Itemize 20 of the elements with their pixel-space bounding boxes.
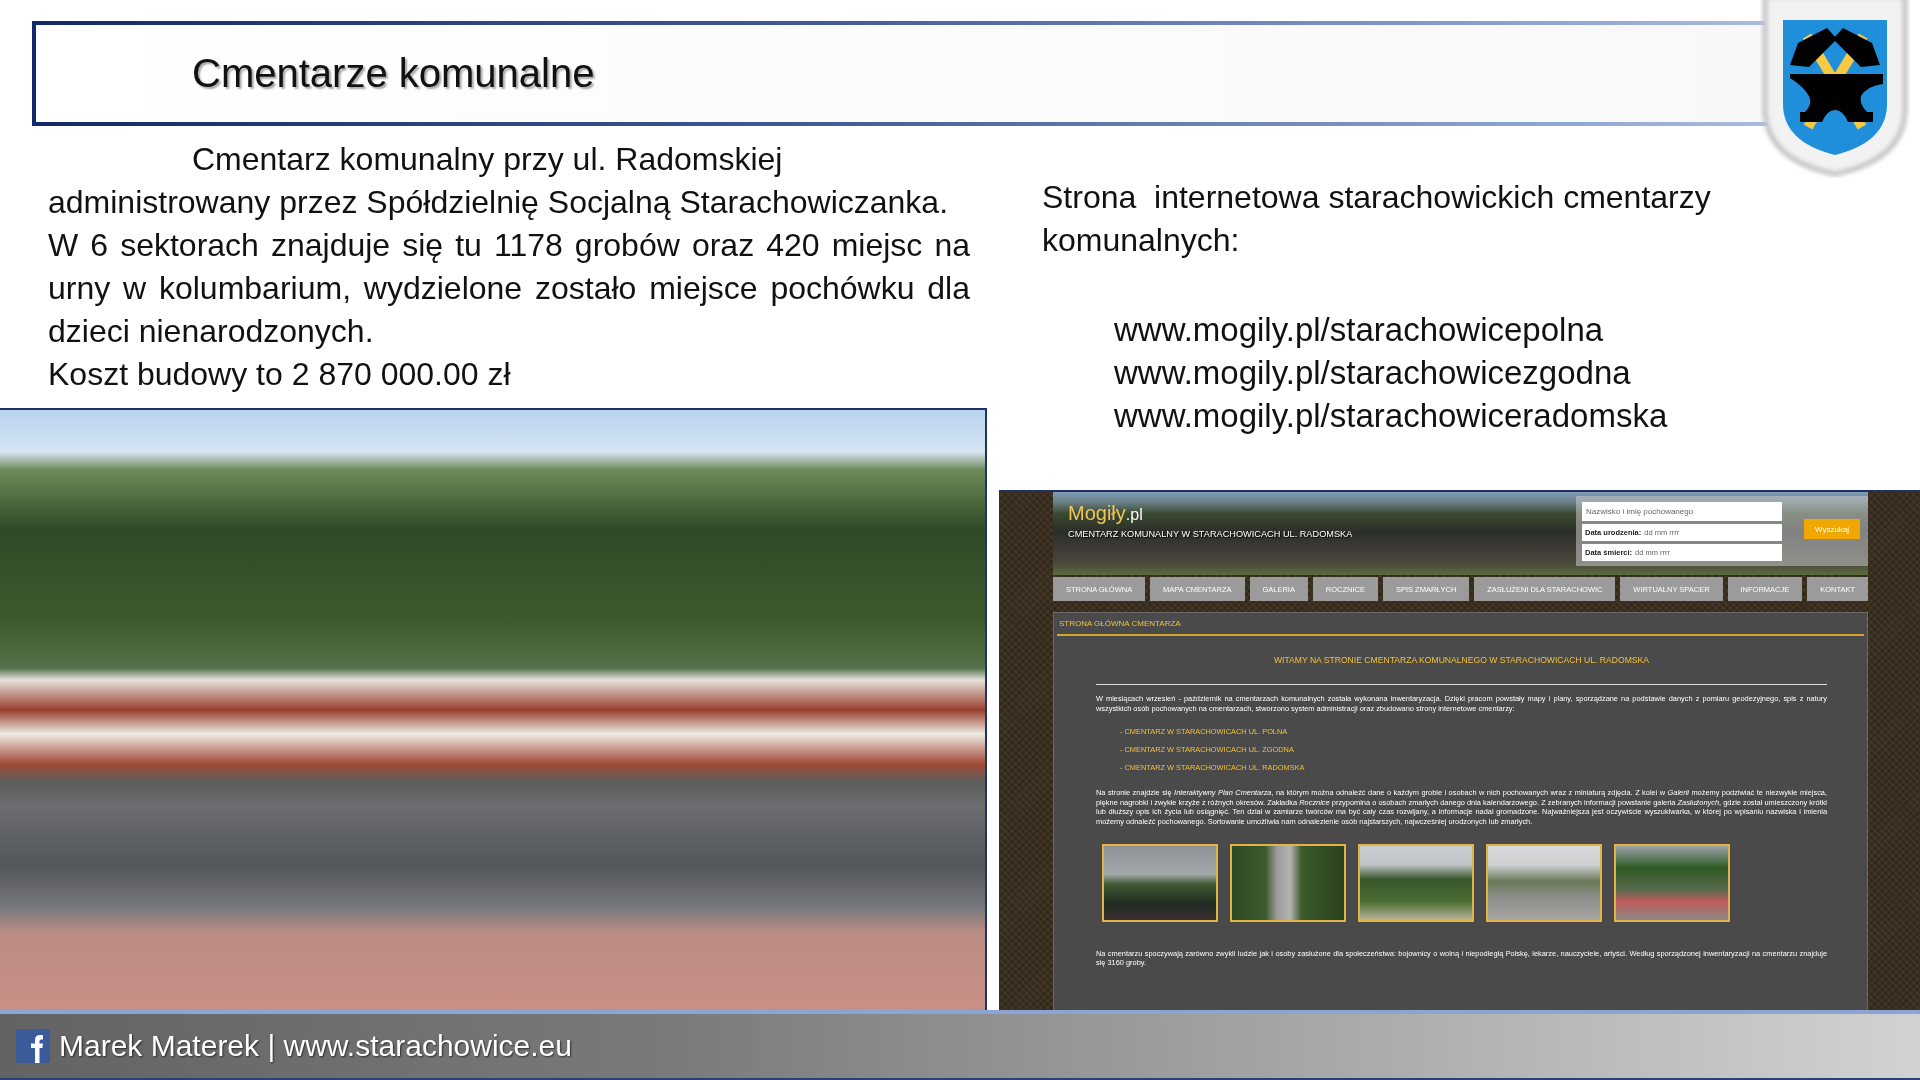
footer-credit: Marek Materek | www.starachowice.eu [59,1029,572,1063]
gallery-photo[interactable] [1358,843,1474,922]
section-title: STRONA GŁÓWNA CMENTARZA [1059,619,1181,629]
search-button[interactable]: Wyszukaj [1804,519,1860,539]
facebook-icon[interactable] [16,1029,50,1063]
site-logo[interactable]: Mogiły.pl [1068,501,1143,527]
gallery-photo[interactable] [1614,843,1730,922]
links-intro-text: Strona internetowa starachowickich cmentarzy komunalnych: [1041,178,1712,260]
website-url: www.mogily.pl/starachowiceradomska [1114,396,1668,436]
website-url: www.mogily.pl/starachowicepolna [1114,310,1604,350]
gallery-photo[interactable] [1102,843,1218,922]
intro-paragraph: Cmentarz komunalny przy ul. Radomskiej administrowany przez Spółdzielnię Socjalną Starachowiczanka. [48,140,949,222]
intro-paragraph: W 6 sektorach znajduje się tu 1178 grobów oraz 420 miejsc na urny w kolumbarium, wydzielone zostało miejsce pochówku dla dzieci nienarodzonych. [48,226,970,351]
welcome-heading: WITAMY NA STRONIE CMENTARZA KOMUNALNEGO W STARACHOWICACH UL. RADOMSKA [1273,654,1650,666]
slide-title: Cmentarze komunalne [192,51,595,96]
website-url: www.mogily.pl/starachowicezgodna [1114,353,1631,393]
name-search-field[interactable]: Nazwisko i imię pochowanego [1582,502,1782,521]
intro-paragraph: Koszt budowy to 2 870 000.00 zł [48,355,512,394]
gallery-photo[interactable] [1230,843,1346,922]
site-subtitle: CMENTARZ KOMUNALNY W STARACHOWICACH UL. RADOMSKA [1068,529,1353,540]
